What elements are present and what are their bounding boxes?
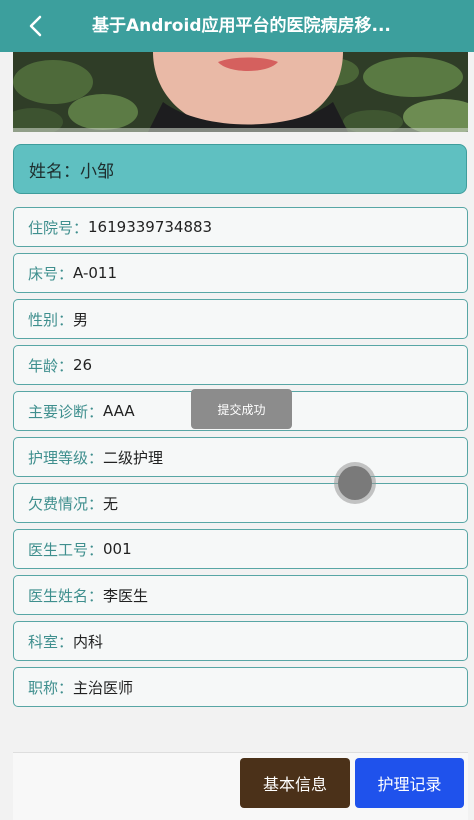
field-doctor-name: 医生姓名： 李医生 bbox=[13, 575, 468, 615]
field-bed-number: 床号： A-011 bbox=[13, 253, 468, 293]
care-records-button[interactable]: 护理记录 bbox=[355, 758, 464, 808]
field-value: 男 bbox=[73, 310, 89, 329]
field-care-level: 护理等级： 二级护理 bbox=[13, 437, 468, 477]
field-department: 科室： 内科 bbox=[13, 621, 468, 661]
field-label: 住院号： bbox=[28, 218, 89, 237]
patient-name-card: 姓名： 小邹 bbox=[13, 144, 467, 194]
field-label: 年龄： bbox=[28, 356, 74, 375]
field-label: 欠费情况： bbox=[28, 494, 104, 513]
field-title: 职称： 主治医师 bbox=[13, 667, 468, 707]
field-value: 主治医师 bbox=[73, 678, 134, 697]
touch-indicator bbox=[338, 466, 372, 500]
field-value: 内科 bbox=[73, 632, 104, 651]
name-label: 姓名： bbox=[29, 161, 80, 182]
field-label: 主要诊断： bbox=[28, 402, 104, 421]
field-value: 李医生 bbox=[103, 586, 149, 605]
field-value: 无 bbox=[103, 494, 119, 513]
field-label: 职称： bbox=[28, 678, 74, 697]
field-arrears: 欠费情况：无 bbox=[13, 483, 468, 523]
field-value: AAA bbox=[103, 402, 135, 420]
field-value: 26 bbox=[73, 356, 93, 374]
back-button[interactable] bbox=[22, 12, 50, 40]
field-label: 护理等级： bbox=[28, 448, 104, 467]
field-value: 001 bbox=[103, 540, 132, 558]
field-label: 科室： bbox=[28, 632, 74, 651]
field-label: 医生姓名： bbox=[28, 586, 104, 605]
name-value: 小邹 bbox=[80, 161, 114, 182]
field-gender: 性别：男 bbox=[13, 299, 468, 339]
field-age: 年龄： 26 bbox=[13, 345, 468, 385]
field-doctor-id: 医生工号： 001 bbox=[13, 529, 468, 569]
chevron-left-icon bbox=[29, 15, 42, 37]
field-value: 二级护理 bbox=[103, 448, 164, 467]
basic-info-button[interactable]: 基本信息 bbox=[240, 758, 350, 808]
field-value: A-011 bbox=[73, 264, 117, 282]
photo-image bbox=[13, 52, 468, 132]
patient-photo bbox=[13, 52, 468, 132]
page-title: 基于Android应用平台的医院病房移... bbox=[92, 16, 391, 36]
field-value: 1619339734883 bbox=[88, 218, 213, 236]
field-label: 性别： bbox=[28, 310, 74, 329]
field-admission-number: 住院号： 1619339734883 bbox=[13, 207, 468, 247]
success-toast: 提交成功 bbox=[191, 389, 292, 429]
field-label: 床号： bbox=[28, 264, 74, 283]
app-header: 基于Android应用平台的医院病房移... bbox=[0, 0, 474, 52]
field-label: 医生工号： bbox=[28, 540, 104, 559]
